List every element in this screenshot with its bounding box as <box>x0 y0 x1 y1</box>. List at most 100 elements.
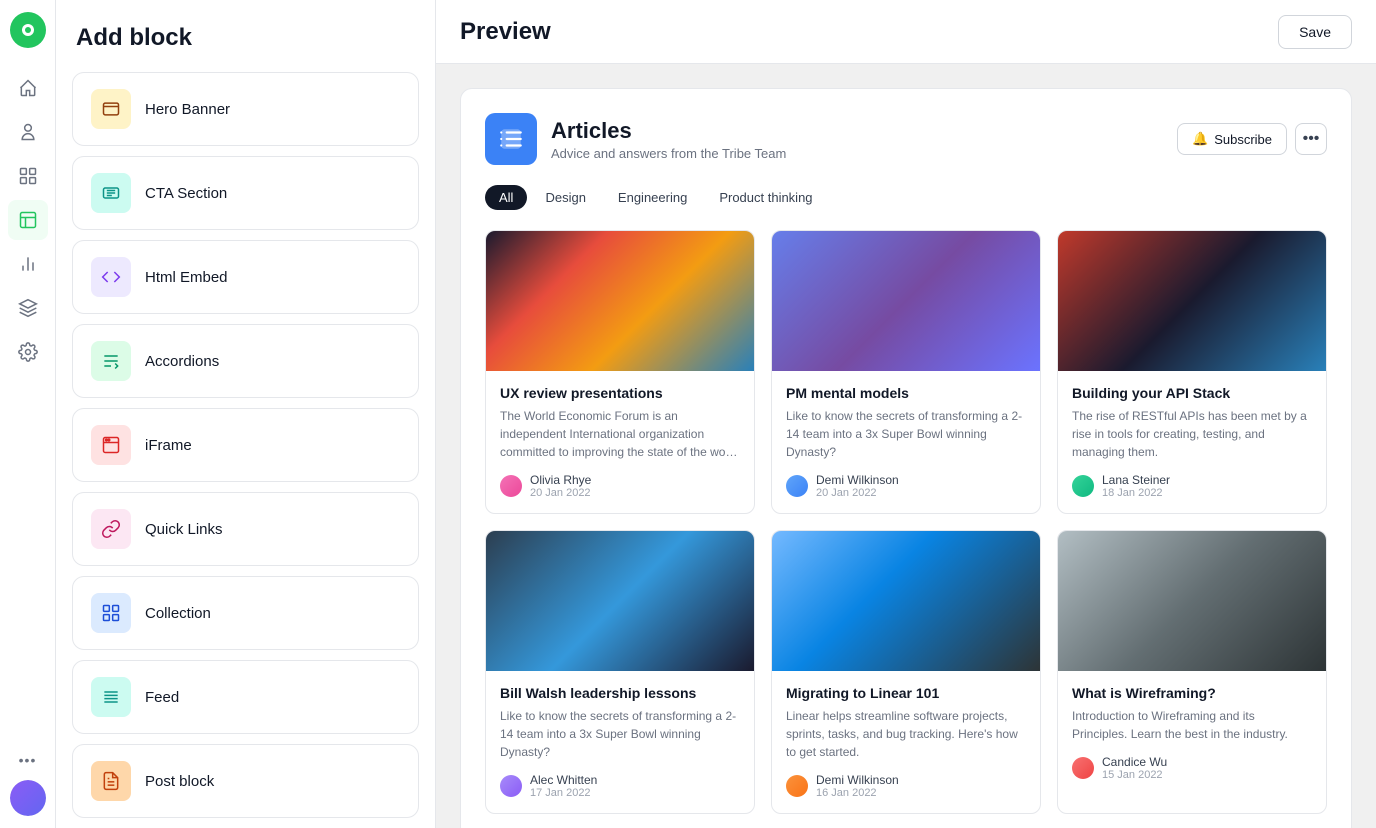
article-author: Demi Wilkinson 20 Jan 2022 <box>786 473 1026 499</box>
author-date: 20 Jan 2022 <box>816 487 899 499</box>
sidebar-users-icon[interactable] <box>8 112 48 152</box>
block-icon-iframe <box>91 425 131 465</box>
article-author: Olivia Rhye 20 Jan 2022 <box>500 473 740 499</box>
filter-tab-engineering[interactable]: Engineering <box>604 185 701 210</box>
user-avatar[interactable] <box>10 780 46 816</box>
author-name: Candice Wu <box>1102 755 1167 769</box>
article-excerpt: The World Economic Forum is an independe… <box>500 407 740 461</box>
author-date: 17 Jan 2022 <box>530 787 597 799</box>
add-block-panel: Add block Hero Banner CTA Section Html E… <box>56 0 436 828</box>
preview-card: Articles Advice and answers from the Tri… <box>460 88 1352 828</box>
author-avatar <box>500 775 522 797</box>
block-item-accordions[interactable]: Accordions <box>72 324 419 398</box>
article-author: Demi Wilkinson 16 Jan 2022 <box>786 773 1026 799</box>
filter-tab-product-thinking[interactable]: Product thinking <box>705 185 826 210</box>
article-body: Bill Walsh leadership lessons Like to kn… <box>486 671 754 813</box>
author-avatar <box>500 475 522 497</box>
sidebar-layers-icon[interactable] <box>8 288 48 328</box>
block-label-collection: Collection <box>145 605 211 622</box>
article-body: Migrating to Linear 101 Linear helps str… <box>772 671 1040 813</box>
filter-tabs: AllDesignEngineeringProduct thinking <box>485 185 1327 210</box>
article-card[interactable]: What is Wireframing? Introduction to Wir… <box>1057 530 1327 814</box>
sidebar-content-icon[interactable] <box>8 156 48 196</box>
article-body: Building your API Stack The rise of REST… <box>1058 371 1326 513</box>
sidebar-settings-icon[interactable] <box>8 332 48 372</box>
article-author: Alec Whitten 17 Jan 2022 <box>500 773 740 799</box>
article-card[interactable]: UX review presentations The World Econom… <box>485 230 755 514</box>
block-icon-cta-section <box>91 173 131 213</box>
block-item-cta-section[interactable]: CTA Section <box>72 156 419 230</box>
article-image <box>772 531 1040 671</box>
article-card[interactable]: Migrating to Linear 101 Linear helps str… <box>771 530 1041 814</box>
article-title: UX review presentations <box>500 385 740 401</box>
author-date: 20 Jan 2022 <box>530 487 591 499</box>
logo-button[interactable] <box>10 12 46 48</box>
bell-icon: 🔔 <box>1192 131 1208 147</box>
author-avatar <box>1072 475 1094 497</box>
block-label-post-block: Post block <box>145 773 214 790</box>
block-icon-quick-links <box>91 509 131 549</box>
sidebar-more-button[interactable]: ••• <box>19 752 37 768</box>
subscribe-button[interactable]: 🔔 Subscribe <box>1177 123 1287 155</box>
article-card[interactable]: Bill Walsh leadership lessons Like to kn… <box>485 530 755 814</box>
author-date: 15 Jan 2022 <box>1102 769 1167 781</box>
sidebar-layout-icon[interactable] <box>8 200 48 240</box>
filter-tab-design[interactable]: Design <box>531 185 599 210</box>
articles-actions: 🔔 Subscribe ••• <box>1177 123 1327 155</box>
article-author: Candice Wu 15 Jan 2022 <box>1072 755 1312 781</box>
article-body: UX review presentations The World Econom… <box>486 371 754 513</box>
block-icon-post-block <box>91 761 131 801</box>
filter-tab-all[interactable]: All <box>485 185 527 210</box>
header: Preview Save <box>436 0 1376 64</box>
articles-header: Articles Advice and answers from the Tri… <box>485 113 1327 165</box>
author-name: Lana Steiner <box>1102 473 1170 487</box>
block-item-quick-links[interactable]: Quick Links <box>72 492 419 566</box>
more-options-button[interactable]: ••• <box>1295 123 1327 155</box>
block-icon-collection <box>91 593 131 633</box>
articles-icon <box>485 113 537 165</box>
author-avatar <box>786 475 808 497</box>
article-excerpt: Linear helps streamline software project… <box>786 707 1026 761</box>
preview-title: Preview <box>460 18 1278 46</box>
main-content: Preview Save Articles Advice and answers… <box>436 0 1376 828</box>
block-item-feed[interactable]: Feed <box>72 660 419 734</box>
article-excerpt: The rise of RESTful APIs has been met by… <box>1072 407 1312 461</box>
article-image <box>486 231 754 371</box>
articles-grid: UX review presentations The World Econom… <box>485 230 1327 814</box>
block-item-html-embed[interactable]: Html Embed <box>72 240 419 314</box>
preview-area: Articles Advice and answers from the Tri… <box>436 64 1376 828</box>
sidebar-analytics-icon[interactable] <box>8 244 48 284</box>
save-button[interactable]: Save <box>1278 15 1352 49</box>
article-image <box>1058 231 1326 371</box>
author-name: Demi Wilkinson <box>816 473 899 487</box>
author-avatar <box>1072 757 1094 779</box>
author-date: 18 Jan 2022 <box>1102 487 1170 499</box>
article-title: What is Wireframing? <box>1072 685 1312 701</box>
block-icon-hero-banner <box>91 89 131 129</box>
article-card[interactable]: PM mental models Like to know the secret… <box>771 230 1041 514</box>
block-item-post-block[interactable]: Post block <box>72 744 419 818</box>
author-date: 16 Jan 2022 <box>816 787 899 799</box>
block-label-accordions: Accordions <box>145 353 219 370</box>
article-excerpt: Like to know the secrets of transforming… <box>786 407 1026 461</box>
article-body: PM mental models Like to know the secret… <box>772 371 1040 513</box>
article-body: What is Wireframing? Introduction to Wir… <box>1058 671 1326 795</box>
article-author: Lana Steiner 18 Jan 2022 <box>1072 473 1312 499</box>
sidebar-home-icon[interactable] <box>8 68 48 108</box>
author-name: Alec Whitten <box>530 773 597 787</box>
article-image <box>1058 531 1326 671</box>
block-label-hero-banner: Hero Banner <box>145 101 230 118</box>
author-name: Demi Wilkinson <box>816 773 899 787</box>
block-item-collection[interactable]: Collection <box>72 576 419 650</box>
block-icon-accordions <box>91 341 131 381</box>
author-name: Olivia Rhye <box>530 473 591 487</box>
articles-description: Advice and answers from the Tribe Team <box>551 146 786 161</box>
article-card[interactable]: Building your API Stack The rise of REST… <box>1057 230 1327 514</box>
sidebar: ••• <box>0 0 56 828</box>
block-item-iframe[interactable]: iFrame <box>72 408 419 482</box>
block-icon-html-embed <box>91 257 131 297</box>
articles-info: Articles Advice and answers from the Tri… <box>485 113 786 165</box>
block-label-cta-section: CTA Section <box>145 185 227 202</box>
block-item-hero-banner[interactable]: Hero Banner <box>72 72 419 146</box>
article-excerpt: Introduction to Wireframing and its Prin… <box>1072 707 1312 743</box>
